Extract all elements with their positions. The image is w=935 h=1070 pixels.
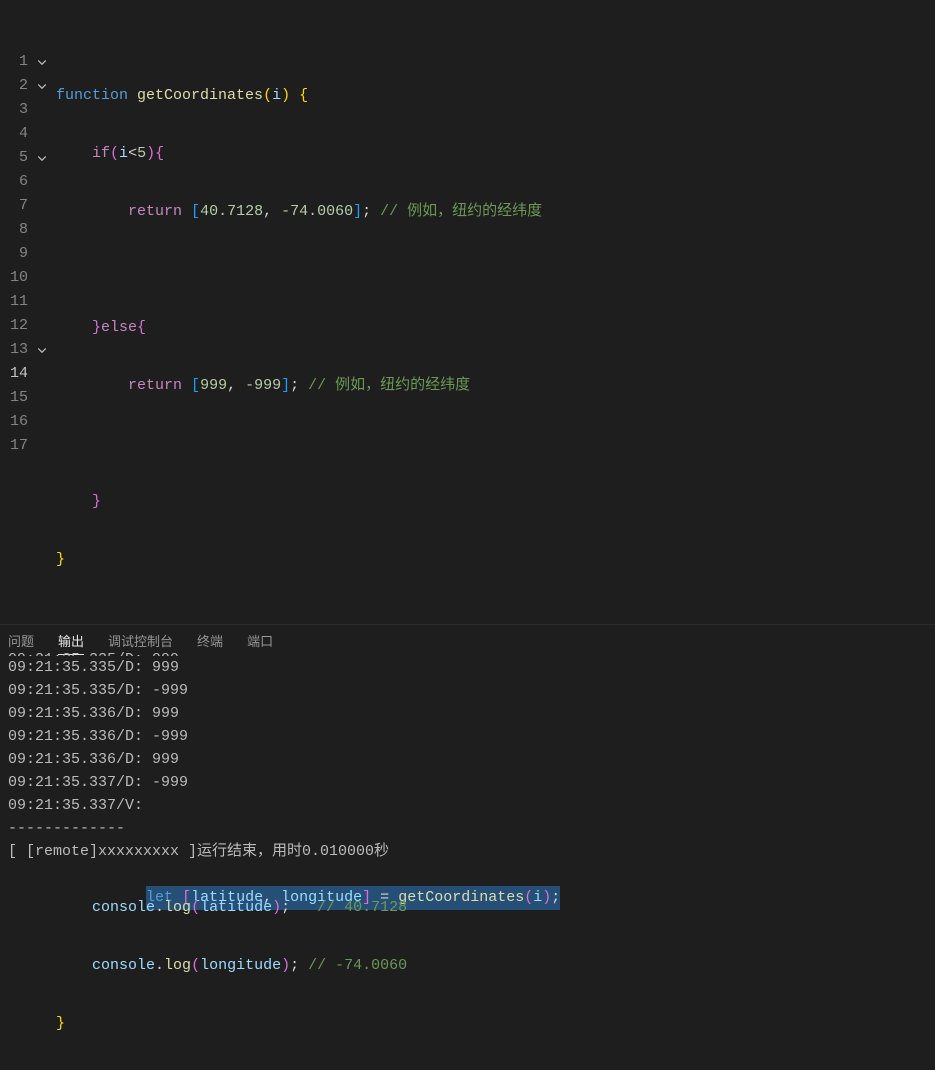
code-line: return [999, -999]; // 例如，纽约的经纬度	[56, 374, 935, 398]
line-number[interactable]: 14	[0, 362, 56, 386]
line-number[interactable]: 9	[0, 242, 56, 266]
line-number[interactable]: 15	[0, 386, 56, 410]
code-line: }	[56, 548, 935, 572]
line-number[interactable]: 11	[0, 290, 56, 314]
code-line: if(i<5){	[56, 142, 935, 166]
line-number[interactable]: 12	[0, 314, 56, 338]
line-number[interactable]: 3	[0, 98, 56, 122]
line-number[interactable]: 6	[0, 170, 56, 194]
comment: // 40.7128	[317, 899, 407, 916]
line-number[interactable]: 17	[0, 434, 56, 458]
code-line: }	[56, 490, 935, 514]
comment: // 例如，纽约的经纬度	[308, 377, 470, 394]
tab-ports[interactable]: 端口	[247, 631, 273, 655]
fold-icon[interactable]	[34, 56, 50, 68]
output-line: 09:21:35.337/D: -999	[8, 771, 927, 794]
output-line: 09:21:35.336/D: 999	[8, 748, 927, 771]
line-number[interactable]: 5	[0, 146, 56, 170]
output-content[interactable]: 09:21:35.335/D: 99909:21:35.335/D: 99909…	[0, 659, 935, 871]
comment: // -74.0060	[308, 957, 407, 974]
line-number[interactable]: 10	[0, 266, 56, 290]
line-number[interactable]: 13	[0, 338, 56, 362]
bottom-panel[interactable]: 问题 输出 调试控制台 终端 端口 09:21:35.335/D: 99909:…	[0, 624, 935, 875]
line-number[interactable]: 8	[0, 218, 56, 242]
code-line: return [40.7128, -74.0060]; // 例如，纽约的经纬度	[56, 200, 935, 224]
code-content[interactable]: function getCoordinates(i) { if(i<5){ re…	[56, 0, 935, 620]
line-number[interactable]: 1	[0, 50, 56, 74]
line-number[interactable]: 4	[0, 122, 56, 146]
output-line: 09:21:35.336/D: 999	[8, 702, 927, 725]
comment: // 例如，纽约的经纬度	[380, 203, 542, 220]
code-line: }else{	[56, 316, 935, 340]
code-line	[56, 432, 935, 456]
output-line: -------------	[8, 817, 927, 840]
tab-terminal[interactable]: 终端	[197, 631, 223, 655]
code-line	[56, 258, 935, 282]
output-line: 09:21:35.337/V:	[8, 794, 927, 817]
fold-icon[interactable]	[34, 152, 50, 164]
line-number[interactable]: 16	[0, 410, 56, 434]
line-number-gutter[interactable]: 1234567891011121314151617	[0, 0, 56, 620]
output-line: 09:21:35.336/D: -999	[8, 725, 927, 748]
output-line: 09:21:35.335/D: 999	[8, 656, 927, 679]
code-line: console.log(longitude); // -74.0060	[56, 954, 935, 978]
output-line: [ [remote]xxxxxxxxx ]运行结束，用时0.010000秒	[8, 840, 927, 863]
fold-icon[interactable]	[34, 80, 50, 92]
code-editor[interactable]: 1234567891011121314151617 function getCo…	[0, 0, 935, 620]
code-line: }	[56, 1012, 935, 1036]
fold-icon[interactable]	[34, 344, 50, 356]
line-number[interactable]: 2	[0, 74, 56, 98]
code-line: console.log(latitude); // 40.7128	[56, 896, 935, 920]
output-line: 09:21:35.335/D: -999	[8, 679, 927, 702]
line-number[interactable]: 7	[0, 194, 56, 218]
code-line: function getCoordinates(i) {	[56, 84, 935, 108]
function-name: getCoordinates	[137, 87, 263, 104]
keyword: function	[56, 87, 128, 104]
